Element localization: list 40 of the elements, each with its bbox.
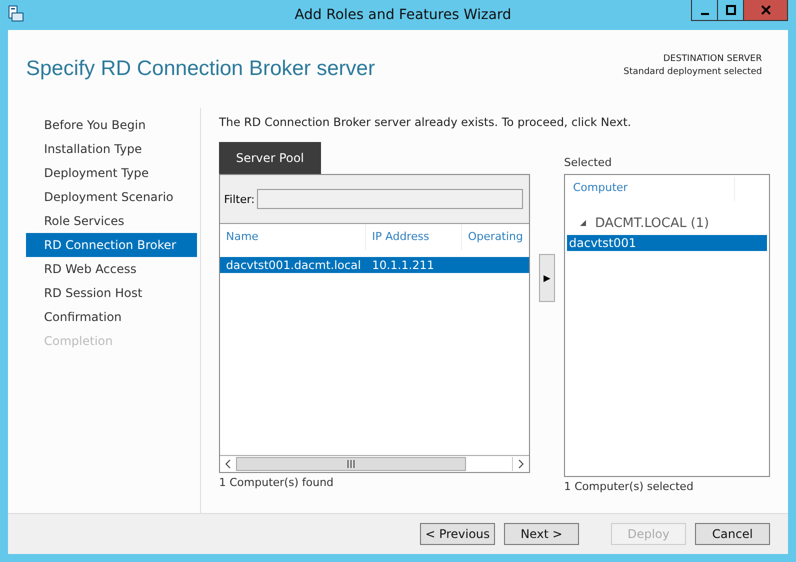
wizard-step[interactable]: RD Connection Broker: [26, 233, 197, 257]
wizard-step[interactable]: RD Session Host: [26, 281, 197, 305]
group-row[interactable]: DACMT.LOCAL (1): [567, 201, 767, 233]
window-title: Add Roles and Features Wizard: [294, 7, 512, 23]
wizard-step[interactable]: RD Web Access: [26, 257, 197, 281]
server-row[interactable]: dacvtst001.dacmt.local 10.1.1.211: [220, 257, 529, 273]
wizard-step[interactable]: Installation Type: [26, 137, 197, 161]
computer-row[interactable]: dacvtst001: [567, 235, 767, 251]
server-pool-tab[interactable]: Server Pool: [219, 142, 321, 174]
wizard-step[interactable]: Role Services: [26, 209, 197, 233]
column-header[interactable]: Operating: [462, 224, 529, 250]
selected-label: Selected: [564, 155, 613, 171]
close-button[interactable]: [743, 0, 788, 21]
expanded-icon[interactable]: [579, 219, 587, 227]
close-icon: [760, 5, 770, 15]
destination-label: DESTINATION SERVER: [663, 54, 762, 64]
page-title: Specify RD Connection Broker server: [26, 57, 375, 81]
wizard-step[interactable]: Confirmation: [26, 305, 197, 329]
wizard-step[interactable]: Deployment Type: [26, 161, 197, 185]
wizard-step[interactable]: Deployment Scenario: [26, 185, 197, 209]
wizard-button[interactable]: < Previous: [420, 523, 495, 545]
selected-count: 1 Computer(s) selected: [564, 480, 694, 493]
maximize-icon: [726, 5, 736, 15]
add-button[interactable]: ▶: [539, 254, 555, 302]
horizontal-scrollbar[interactable]: [220, 455, 529, 472]
app-icon: [8, 5, 24, 23]
wizard-button[interactable]: Next >: [504, 523, 579, 545]
message-text: The RD Connection Broker server already exists. To proceed, click Next.: [219, 115, 632, 129]
minimize-icon: [700, 13, 708, 15]
column-header[interactable]: Name: [220, 224, 366, 250]
wizard-button[interactable]: Cancel: [695, 523, 770, 545]
filter-field[interactable]: [256, 189, 523, 209]
found-count: 1 Computer(s) found: [219, 476, 335, 489]
minimize-button[interactable]: [691, 0, 718, 21]
column-header[interactable]: IP Address: [366, 224, 462, 250]
filter-label: Filter:: [224, 192, 255, 206]
column-header[interactable]: Computer: [567, 177, 735, 201]
wizard-step[interactable]: Before You Begin: [26, 113, 197, 137]
scrollbar-thumb[interactable]: [236, 457, 466, 471]
destination-value: Standard deployment selected: [624, 67, 762, 77]
